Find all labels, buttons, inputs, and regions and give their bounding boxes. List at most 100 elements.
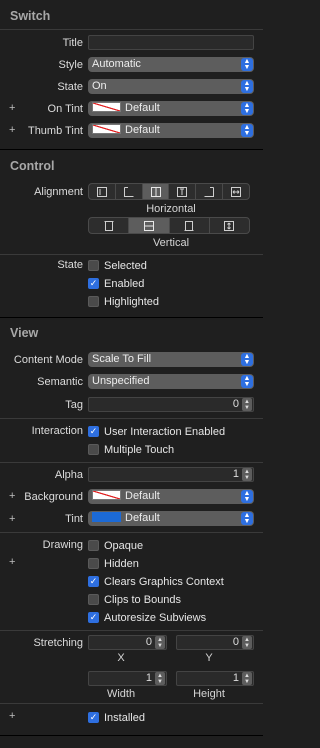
divider — [0, 532, 263, 533]
stretch-y-field[interactable]: 0 ▲ ▼ — [176, 635, 254, 650]
control-section-title: Control — [10, 159, 55, 173]
align-top-icon[interactable] — [89, 218, 130, 233]
view-section-title: View — [10, 326, 39, 340]
chevron-updown-icon: ▲ ▼ — [241, 80, 253, 93]
autoresize-subviews-checkbox[interactable]: ✓ Autoresize Subviews — [88, 611, 206, 624]
alpha-field[interactable]: 1 ▲ ▼ — [88, 467, 254, 482]
vertical-caption: Vertical — [152, 237, 190, 249]
divider — [0, 630, 263, 631]
title-field[interactable] — [88, 35, 254, 50]
y-caption: Y — [205, 652, 213, 664]
checkbox-box[interactable] — [88, 594, 99, 605]
installed-checkbox[interactable]: ✓ Installed — [88, 711, 145, 724]
on-tint-label: On Tint — [47, 103, 83, 115]
align-fill-icon[interactable] — [223, 184, 249, 199]
tag-value: 0 — [232, 398, 239, 410]
stepper-icon[interactable]: ▲ ▼ — [242, 398, 252, 411]
checkbox-label: Enabled — [104, 277, 145, 290]
style-value: Automatic — [92, 58, 141, 70]
checkmark-icon[interactable]: ✓ — [88, 576, 99, 587]
divider — [0, 317, 263, 318]
checkmark-icon[interactable]: ✓ — [88, 278, 99, 289]
checkbox-label: Selected — [104, 259, 147, 272]
vertical-alignment-control[interactable] — [88, 217, 250, 234]
clips-to-bounds-checkbox[interactable]: Clips to Bounds — [88, 593, 181, 606]
align-center-icon[interactable] — [142, 184, 170, 199]
divider — [0, 254, 263, 255]
selected-checkbox[interactable]: Selected — [88, 259, 147, 272]
stepper-icon[interactable]: ▲ ▼ — [155, 672, 165, 685]
tag-field[interactable]: 0 ▲ ▼ — [88, 397, 254, 412]
content-mode-popup[interactable]: Scale To Fill ▲ ▼ — [88, 352, 254, 367]
add-variation-installed-button[interactable]: + — [9, 710, 15, 722]
state-label: State — [57, 81, 83, 93]
height-caption: Height — [193, 688, 225, 700]
align-fill-vertical-icon[interactable] — [210, 218, 249, 233]
checkbox-box[interactable] — [88, 444, 99, 455]
chevron-updown-icon: ▲ ▼ — [241, 512, 253, 525]
align-bottom-icon[interactable] — [170, 218, 210, 233]
checkbox-label: Autoresize Subviews — [104, 611, 207, 624]
no-color-swatch-icon — [92, 124, 121, 134]
horizontal-alignment-control[interactable] — [88, 183, 250, 200]
tint-popup[interactable]: Default ▲ ▼ — [88, 511, 254, 526]
background-popup[interactable]: Default ▲ ▼ — [88, 489, 254, 504]
checkmark-icon[interactable]: ✓ — [88, 426, 99, 437]
checkmark-icon[interactable]: ✓ — [88, 612, 99, 623]
stretch-y-value: 0 — [232, 636, 239, 648]
align-right-icon[interactable] — [196, 184, 224, 199]
chevron-updown-icon: ▲ ▼ — [241, 124, 253, 137]
chevron-updown-icon: ▲ ▼ — [241, 490, 253, 503]
checkbox-box[interactable] — [88, 558, 99, 569]
alpha-label: Alpha — [54, 469, 83, 481]
checkbox-box[interactable] — [88, 540, 99, 551]
checkbox-label: User Interaction Enabled — [104, 425, 226, 438]
stepper-icon[interactable]: ▲ ▼ — [242, 468, 252, 481]
highlighted-checkbox[interactable]: Highlighted — [88, 295, 159, 308]
tag-label: Tag — [65, 399, 83, 411]
stretch-width-field[interactable]: 1 ▲ ▼ — [88, 671, 167, 686]
align-left-icon[interactable] — [116, 184, 143, 199]
tint-label: Tint — [65, 513, 83, 525]
checkbox-box[interactable] — [88, 260, 99, 271]
x-caption: X — [117, 652, 125, 664]
semantic-popup[interactable]: Unspecified ▲ ▼ — [88, 374, 254, 389]
state-popup[interactable]: On ▲ ▼ — [88, 79, 254, 94]
multiple-touch-checkbox[interactable]: Multiple Touch — [88, 443, 174, 456]
style-popup[interactable]: Automatic ▲ ▼ — [88, 57, 254, 72]
stepper-icon[interactable]: ▲ ▼ — [242, 636, 252, 649]
checkbox-box[interactable] — [88, 296, 99, 307]
stepper-icon[interactable]: ▲ ▼ — [155, 636, 165, 649]
chevron-updown-icon: ▲ ▼ — [241, 375, 253, 388]
chevron-updown-icon: ▲ ▼ — [241, 58, 253, 71]
align-middle-icon[interactable] — [129, 218, 170, 233]
add-variation-thumb-tint-button[interactable]: + — [9, 124, 15, 136]
background-value: Default — [125, 490, 160, 502]
user-interaction-enabled-checkbox[interactable]: ✓ User Interaction Enabled — [88, 425, 225, 438]
align-leading-icon[interactable] — [89, 184, 116, 199]
on-tint-popup[interactable]: Default ▲ ▼ — [88, 101, 254, 116]
checkbox-label: Highlighted — [104, 295, 160, 308]
add-variation-background-button[interactable]: + — [9, 490, 15, 502]
stretch-height-field[interactable]: 1 ▲ ▼ — [176, 671, 254, 686]
hidden-checkbox[interactable]: Hidden — [88, 557, 139, 570]
divider — [0, 418, 263, 419]
divider — [0, 149, 263, 150]
add-variation-tint-button[interactable]: + — [9, 513, 15, 525]
add-variation-on-tint-button[interactable]: + — [9, 102, 15, 114]
clears-graphics-context-checkbox[interactable]: ✓ Clears Graphics Context — [88, 575, 224, 588]
align-trailing-icon[interactable] — [169, 184, 197, 199]
enabled-checkbox[interactable]: ✓ Enabled — [88, 277, 144, 290]
thumb-tint-label: Thumb Tint — [27, 125, 83, 137]
checkmark-icon[interactable]: ✓ — [88, 712, 99, 723]
width-caption: Width — [106, 688, 136, 700]
no-color-swatch-icon — [92, 102, 121, 112]
thumb-tint-popup[interactable]: Default ▲ ▼ — [88, 123, 254, 138]
stretch-x-field[interactable]: 0 ▲ ▼ — [88, 635, 167, 650]
add-variation-drawing-button[interactable]: + — [9, 556, 15, 568]
stepper-icon[interactable]: ▲ ▼ — [242, 672, 252, 685]
chevron-updown-icon: ▲ ▼ — [241, 102, 253, 115]
content-mode-value: Scale To Fill — [92, 353, 152, 365]
opaque-checkbox[interactable]: Opaque — [88, 539, 143, 552]
title-label: Title — [62, 37, 83, 49]
